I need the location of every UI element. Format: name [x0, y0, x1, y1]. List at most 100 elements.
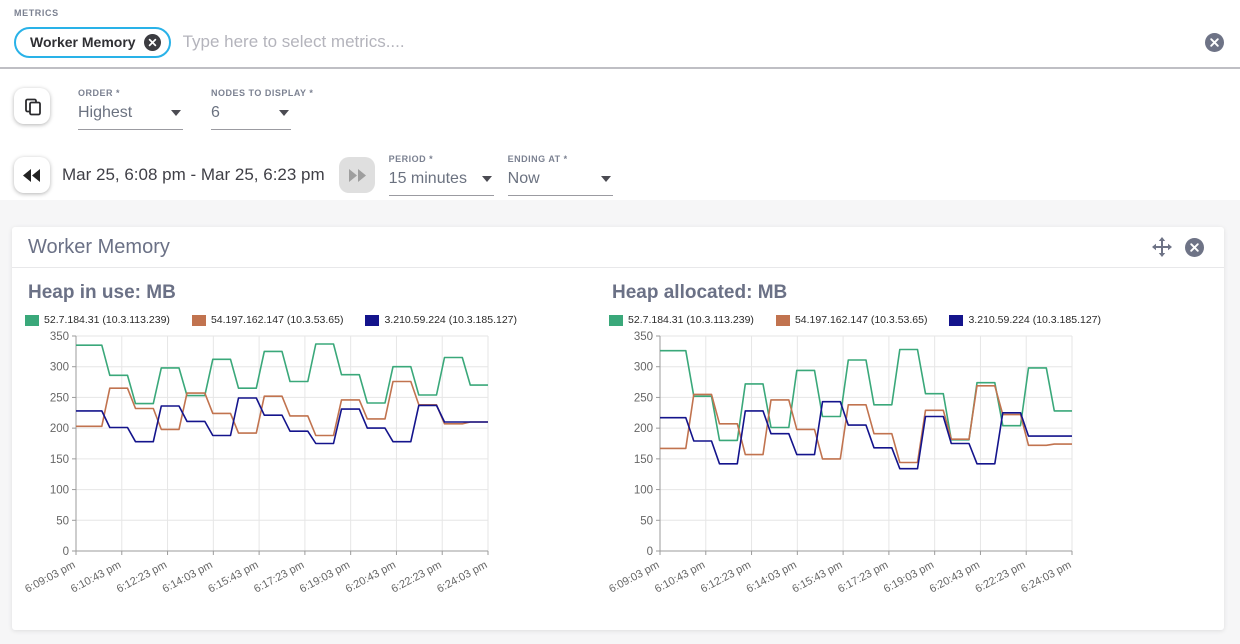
period-select[interactable]: 15 minutes — [389, 164, 494, 196]
svg-text:6:14:03 pm: 6:14:03 pm — [161, 559, 215, 595]
svg-text:6:24:03 pm: 6:24:03 pm — [435, 559, 489, 595]
order-select[interactable]: Highest — [78, 98, 183, 130]
time-controls-row: Mar 25, 6:08 pm - Mar 25, 6:23 pm PERIOD… — [14, 154, 1226, 196]
chart-title: Heap allocated: MB — [612, 282, 1196, 304]
widget-title: Worker Memory — [28, 236, 1152, 259]
fast-forward-icon — [347, 168, 367, 183]
chart-canvas: 0501001502002503003506:09:03 pm6:10:43 p… — [36, 328, 612, 596]
svg-text:6:10:43 pm: 6:10:43 pm — [653, 559, 707, 595]
svg-text:6:19:03 pm: 6:19:03 pm — [882, 559, 936, 595]
legend-label: 3.210.59.224 (10.3.185.127) — [968, 314, 1101, 326]
svg-text:6:15:43 pm: 6:15:43 pm — [790, 559, 844, 595]
toolbar-divider — [0, 67, 1240, 69]
svg-text:6:19:03 pm: 6:19:03 pm — [298, 559, 352, 595]
legend-label: 54.197.162.147 (10.3.53.65) — [211, 314, 344, 326]
time-back-button[interactable] — [14, 157, 50, 193]
legend-item: 54.197.162.147 (10.3.53.65) — [776, 314, 928, 326]
nodes-to-display-label: NODES TO DISPLAY * — [211, 88, 313, 98]
svg-text:50: 50 — [56, 515, 69, 527]
svg-text:6:09:03 pm: 6:09:03 pm — [23, 559, 77, 595]
chevron-down-icon — [601, 176, 611, 182]
legend-item: 3.210.59.224 (10.3.185.127) — [365, 314, 517, 326]
svg-text:100: 100 — [50, 485, 69, 497]
charts-container: Heap in use: MB 52.7.184.31 (10.3.113.23… — [12, 268, 1224, 596]
widget-header: Worker Memory — [12, 227, 1224, 268]
legend-label: 52.7.184.31 (10.3.113.239) — [628, 314, 754, 326]
selected-metric-chip[interactable]: Worker Memory — [14, 27, 171, 58]
worker-memory-widget: Worker Memory — [12, 227, 1224, 630]
display-controls-row: ORDER * Highest NODES TO DISPLAY * 6 — [14, 88, 1226, 130]
svg-text:350: 350 — [634, 331, 653, 343]
svg-text:250: 250 — [50, 392, 69, 404]
svg-text:0: 0 — [647, 546, 653, 558]
svg-text:6:15:43 pm: 6:15:43 pm — [206, 559, 260, 595]
ending-at-label: ENDING AT * — [508, 154, 613, 164]
metrics-section-label: METRICS — [14, 8, 1226, 18]
svg-text:200: 200 — [50, 423, 69, 435]
chart-title: Heap in use: MB — [28, 282, 612, 304]
remove-metric-icon[interactable] — [144, 34, 161, 51]
duplicate-widget-button[interactable] — [14, 88, 50, 124]
legend-label: 54.197.162.147 (10.3.53.65) — [795, 314, 928, 326]
period-label: PERIOD * — [389, 154, 494, 164]
svg-text:300: 300 — [634, 362, 653, 374]
move-widget-handle[interactable] — [1152, 237, 1172, 257]
ending-at-value: Now — [508, 170, 540, 188]
time-range-text: Mar 25, 6:08 pm - Mar 25, 6:23 pm — [62, 165, 325, 185]
legend-swatch — [949, 315, 963, 326]
svg-text:200: 200 — [634, 423, 653, 435]
time-forward-button[interactable] — [339, 157, 375, 193]
svg-text:6:17:23 pm: 6:17:23 pm — [252, 559, 306, 595]
legend-item: 54.197.162.147 (10.3.53.65) — [192, 314, 344, 326]
chevron-down-icon — [279, 110, 289, 116]
metric-search-input[interactable] — [183, 32, 1205, 52]
legend-item: 52.7.184.31 (10.3.113.239) — [25, 314, 170, 326]
ending-at-field: ENDING AT * Now — [508, 154, 613, 196]
period-value: 15 minutes — [389, 170, 467, 188]
svg-text:6:24:03 pm: 6:24:03 pm — [1019, 559, 1073, 595]
svg-text:250: 250 — [634, 392, 653, 404]
svg-text:150: 150 — [50, 454, 69, 466]
svg-text:6:20:43 pm: 6:20:43 pm — [928, 559, 982, 595]
svg-text:6:17:23 pm: 6:17:23 pm — [836, 559, 890, 595]
nodes-to-display-select[interactable]: 6 — [211, 98, 291, 130]
legend-swatch — [192, 315, 206, 326]
svg-text:6:12:23 pm: 6:12:23 pm — [699, 559, 753, 595]
legend-swatch — [25, 315, 39, 326]
order-value: Highest — [78, 104, 132, 122]
order-label: ORDER * — [78, 88, 183, 98]
metrics-select-row: Worker Memory — [14, 25, 1226, 59]
order-field: ORDER * Highest — [78, 88, 183, 130]
ending-at-select[interactable]: Now — [508, 164, 613, 196]
legend-swatch — [776, 315, 790, 326]
svg-text:6:09:03 pm: 6:09:03 pm — [607, 559, 661, 595]
svg-text:300: 300 — [50, 362, 69, 374]
svg-text:150: 150 — [634, 454, 653, 466]
svg-text:6:20:43 pm: 6:20:43 pm — [344, 559, 398, 595]
svg-text:6:10:43 pm: 6:10:43 pm — [69, 559, 123, 595]
svg-text:100: 100 — [634, 485, 653, 497]
legend-label: 52.7.184.31 (10.3.113.239) — [44, 314, 170, 326]
legend-item: 52.7.184.31 (10.3.113.239) — [609, 314, 754, 326]
move-icon — [1152, 237, 1172, 257]
svg-text:0: 0 — [63, 546, 69, 558]
period-field: PERIOD * 15 minutes — [389, 154, 494, 196]
svg-text:6:14:03 pm: 6:14:03 pm — [745, 559, 799, 595]
legend-swatch — [365, 315, 379, 326]
chart-legend: 52.7.184.31 (10.3.113.239) 54.197.162.147… — [36, 314, 506, 326]
chart-legend: 52.7.184.31 (10.3.113.239) 54.197.162.147… — [620, 314, 1090, 326]
svg-text:350: 350 — [50, 331, 69, 343]
legend-label: 3.210.59.224 (10.3.185.127) — [384, 314, 517, 326]
nodes-to-display-value: 6 — [211, 104, 220, 122]
svg-text:6:22:23 pm: 6:22:23 pm — [389, 559, 443, 595]
heap-in-use-chart: Heap in use: MB 52.7.184.31 (10.3.113.23… — [28, 282, 612, 596]
clear-metrics-icon[interactable] — [1205, 33, 1224, 52]
svg-text:6:22:23 pm: 6:22:23 pm — [973, 559, 1027, 595]
copy-icon — [22, 96, 43, 117]
selected-metric-label: Worker Memory — [30, 34, 136, 50]
rewind-icon — [22, 168, 42, 183]
legend-swatch — [609, 315, 623, 326]
legend-item: 3.210.59.224 (10.3.185.127) — [949, 314, 1101, 326]
close-widget-button[interactable] — [1185, 238, 1204, 257]
chevron-down-icon — [171, 110, 181, 116]
